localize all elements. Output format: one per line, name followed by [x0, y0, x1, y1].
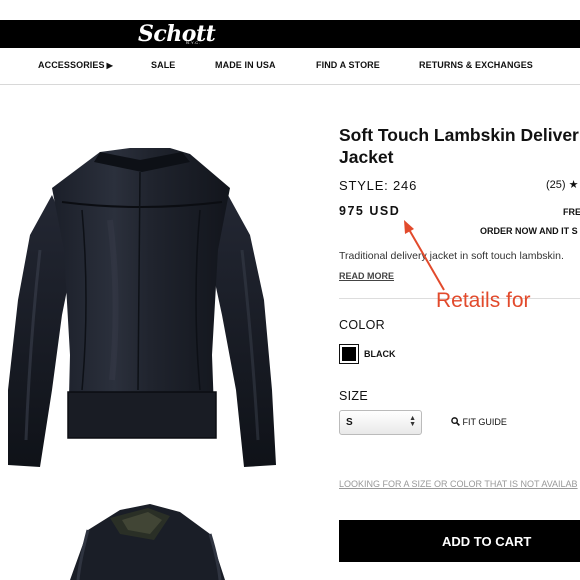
logo-subtitle: N.Y.C.: [186, 40, 201, 45]
nav-sale[interactable]: SALE: [151, 60, 175, 70]
top-strip: [0, 0, 580, 20]
schott-logo[interactable]: Schott: [138, 22, 216, 46]
size-select[interactable]: S ▲ ▼: [339, 410, 422, 435]
free-shipping-text: FRE: [563, 207, 580, 217]
nav-find-a-store[interactable]: FIND A STORE: [316, 60, 380, 70]
add-to-cart-label: ADD TO CART: [442, 534, 532, 549]
swatch-fill: [342, 347, 356, 361]
nav-made-in-usa[interactable]: MADE IN USA: [215, 60, 276, 70]
size-not-available-link[interactable]: LOOKING FOR A SIZE OR COLOR THAT IS NOT …: [339, 479, 578, 489]
product-title-line2: Jacket: [339, 147, 394, 167]
updown-arrows-icon: ▲ ▼: [409, 415, 416, 428]
nav-accessories-label: ACCESSORIES: [38, 60, 105, 70]
annotation-text: Retails for: [436, 289, 531, 312]
nav-returns-exchanges[interactable]: RETURNS & EXCHANGES: [419, 60, 533, 70]
product-price: 975 USD: [339, 204, 401, 218]
rating[interactable]: (25) ★: [546, 178, 579, 191]
size-label: SIZE: [339, 389, 368, 403]
search-icon: [451, 417, 460, 426]
color-swatch-black[interactable]: [339, 344, 359, 364]
product-title: Soft Touch Lambskin Deliver Jacket: [339, 124, 580, 168]
star-icon: ★: [568, 179, 579, 191]
product-title-line1: Soft Touch Lambskin Deliver: [339, 125, 579, 145]
main-nav: ACCESSORIES ▶ SALE MADE IN USA FIND A STO…: [0, 48, 580, 85]
caret-right-icon: ▶: [106, 61, 113, 70]
color-name: BLACK: [364, 349, 396, 359]
product-image-thumbnail[interactable]: [50, 500, 240, 580]
add-to-cart-button[interactable]: ADD TO CART: [339, 520, 580, 562]
annotation-arrow-icon: [404, 220, 445, 291]
fit-guide-link[interactable]: FIT GUIDE: [451, 417, 507, 427]
brand-bar: [0, 20, 580, 48]
product-image-main[interactable]: [0, 140, 290, 475]
nav-accessories[interactable]: ACCESSORIES ▶: [38, 60, 113, 70]
fit-guide-label: FIT GUIDE: [462, 417, 507, 427]
order-now-text: ORDER NOW AND IT S: [480, 226, 578, 236]
color-label: COLOR: [339, 318, 385, 332]
read-more-link[interactable]: READ MORE: [339, 271, 394, 281]
product-style: STYLE: 246: [339, 178, 418, 193]
size-selected-value: S: [346, 417, 353, 428]
rating-count: (25): [546, 179, 566, 191]
